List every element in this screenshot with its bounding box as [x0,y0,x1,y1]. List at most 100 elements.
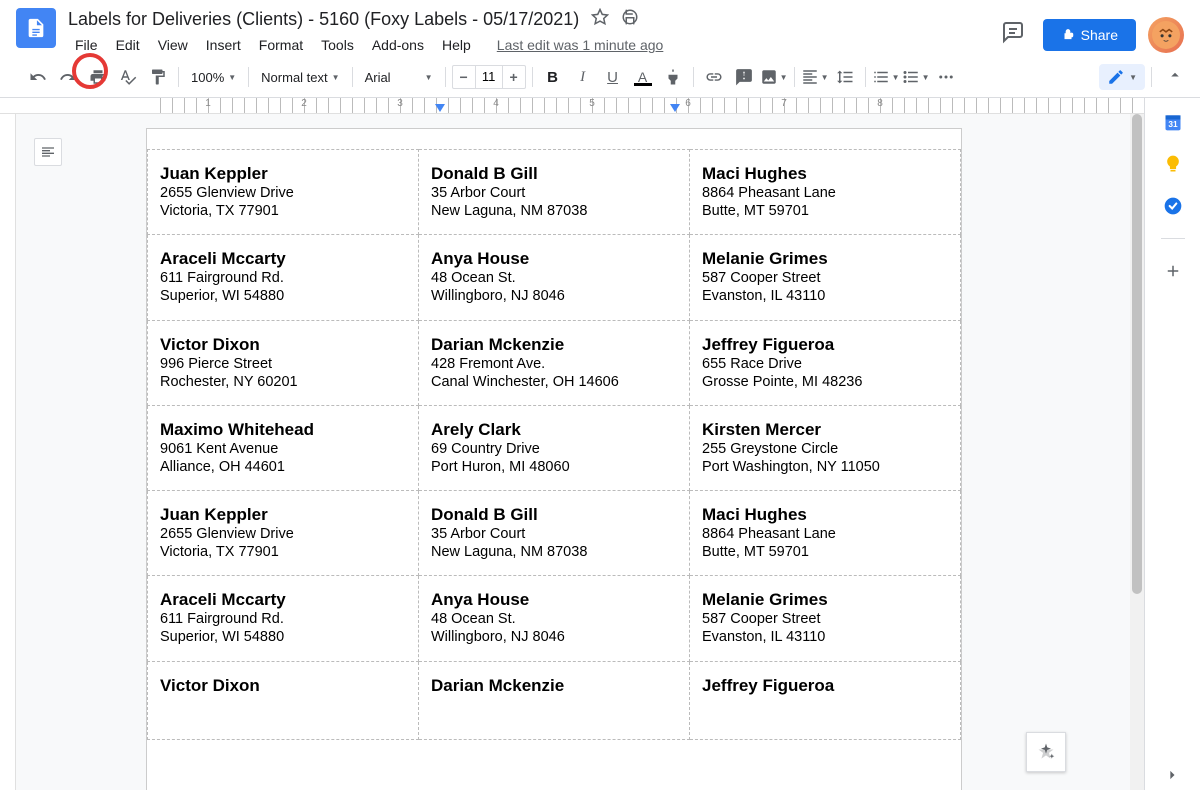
document-page[interactable]: Juan Keppler2655 Glenview DriveVictoria,… [146,128,962,790]
label-cell[interactable]: Maci Hughes8864 Pheasant LaneButte, MT 5… [690,491,961,576]
label-cell[interactable]: Maci Hughes8864 Pheasant LaneButte, MT 5… [690,149,961,235]
label-name: Darian Mckenzie [431,335,677,355]
label-cell[interactable]: Maximo Whitehead9061 Kent AvenueAlliance… [147,406,419,491]
label-cell[interactable]: Juan Keppler2655 Glenview DriveVictoria,… [147,149,419,235]
font-dropdown[interactable]: Arial▼ [359,70,439,85]
label-name: Maci Hughes [702,505,948,525]
label-address-line1: 48 Ocean St. [431,269,677,287]
menu-tools[interactable]: Tools [314,33,361,57]
menu-view[interactable]: View [151,33,195,57]
style-dropdown[interactable]: Normal text▼ [255,70,345,85]
label-cell[interactable]: Araceli Mccarty611 Fairground Rd.Superio… [147,235,419,320]
label-address-line2: Alliance, OH 44601 [160,458,406,476]
ruler-indent-marker[interactable] [435,104,445,112]
menu-file[interactable]: File [68,33,105,57]
print-button[interactable] [84,63,112,91]
separator [693,67,694,87]
label-address-line2: Evanston, IL 43110 [702,628,948,646]
paint-format-button[interactable] [144,63,172,91]
label-cell[interactable]: Kirsten Mercer255 Greystone CirclePort W… [690,406,961,491]
user-avatar[interactable] [1148,17,1184,53]
label-cell[interactable]: Darian Mckenzie [419,662,690,740]
editing-mode-button[interactable]: ▼ [1099,64,1145,90]
menu-insert[interactable]: Insert [199,33,248,57]
document-title[interactable]: Labels for Deliveries (Clients) - 5160 (… [68,9,579,30]
label-cell[interactable]: Victor Dixon996 Pierce StreetRochester, … [147,321,419,406]
vertical-scrollbar[interactable] [1130,114,1144,790]
separator [1151,67,1152,87]
label-address-line1: 611 Fairground Rd. [160,610,406,628]
spellcheck-button[interactable] [114,63,142,91]
label-address-line2: New Laguna, NM 87038 [431,543,677,561]
label-address-line2: Grosse Pointe, MI 48236 [702,373,948,391]
label-row: Victor Dixon996 Pierce StreetRochester, … [147,321,961,406]
label-cell[interactable]: Donald B Gill35 Arbor CourtNew Laguna, N… [419,149,690,235]
move-icon[interactable] [621,8,639,31]
label-cell[interactable]: Donald B Gill35 Arbor CourtNew Laguna, N… [419,491,690,576]
label-cell[interactable]: Arely Clark69 Country DrivePort Huron, M… [419,406,690,491]
label-address-line2: Rochester, NY 60201 [160,373,406,391]
label-cell[interactable]: Victor Dixon [147,662,419,740]
separator [178,67,179,87]
ruler-right-marker[interactable] [670,104,680,112]
vertical-ruler[interactable] [0,114,16,790]
hide-menus-button[interactable] [1166,66,1184,89]
zoom-dropdown[interactable]: 100%▼ [185,70,242,85]
label-cell[interactable]: Darian Mckenzie428 Fremont Ave.Canal Win… [419,321,690,406]
redo-button[interactable] [54,63,82,91]
italic-button[interactable]: I [569,63,597,91]
font-size-decrease[interactable]: − [453,66,475,88]
align-button[interactable]: ▼ [801,63,829,91]
more-button[interactable] [932,63,960,91]
share-button[interactable]: Share [1043,19,1136,51]
comments-icon[interactable] [995,14,1031,55]
label-name: Maci Hughes [702,164,948,184]
undo-button[interactable] [24,63,52,91]
horizontal-ruler[interactable]: 1 2 3 4 5 6 7 8 [0,98,1144,114]
keep-icon[interactable] [1163,154,1183,174]
underline-button[interactable]: U [599,63,627,91]
separator [352,67,353,87]
label-address-line2: Port Huron, MI 48060 [431,458,677,476]
bullet-list-button[interactable]: ▼ [902,63,930,91]
label-cell[interactable]: Jeffrey Figueroa [690,662,961,740]
menu-help[interactable]: Help [435,33,478,57]
label-address-line2: Willingboro, NJ 8046 [431,628,677,646]
side-separator [1161,238,1185,239]
scrollbar-thumb[interactable] [1132,114,1142,594]
image-button[interactable]: ▼ [760,63,788,91]
docs-logo[interactable] [16,8,56,48]
calendar-icon[interactable]: 31 [1163,112,1183,132]
add-addon-icon[interactable] [1163,261,1183,281]
label-address-line1: 255 Greystone Circle [702,440,948,458]
label-cell[interactable]: Anya House48 Ocean St.Willingboro, NJ 80… [419,235,690,320]
font-size-value[interactable]: 11 [475,66,503,88]
label-address-line2: Butte, MT 59701 [702,543,948,561]
menu-addons[interactable]: Add-ons [365,33,431,57]
label-cell[interactable]: Araceli Mccarty611 Fairground Rd.Superio… [147,576,419,661]
text-color-button[interactable]: A [629,69,657,86]
label-cell[interactable]: Melanie Grimes587 Cooper StreetEvanston,… [690,576,961,661]
last-edit-link[interactable]: Last edit was 1 minute ago [490,33,671,57]
label-cell[interactable]: Melanie Grimes587 Cooper StreetEvanston,… [690,235,961,320]
comment-button[interactable] [730,63,758,91]
checklist-button[interactable]: ▼ [872,63,900,91]
bold-button[interactable]: B [539,63,567,91]
outline-toggle-button[interactable] [34,138,62,166]
line-spacing-button[interactable] [831,63,859,91]
menu-format[interactable]: Format [252,33,310,57]
explore-button[interactable] [1026,732,1066,772]
label-cell[interactable]: Anya House48 Ocean St.Willingboro, NJ 80… [419,576,690,661]
label-cell[interactable]: Jeffrey Figueroa655 Race DriveGrosse Poi… [690,321,961,406]
header-right: Share [995,8,1184,55]
highlight-button[interactable] [659,63,687,91]
menu-edit[interactable]: Edit [109,33,147,57]
share-label: Share [1081,27,1118,43]
label-address-line1: 655 Race Drive [702,355,948,373]
tasks-icon[interactable] [1163,196,1183,216]
font-size-increase[interactable]: + [503,66,525,88]
label-cell[interactable]: Juan Keppler2655 Glenview DriveVictoria,… [147,491,419,576]
link-button[interactable] [700,63,728,91]
star-icon[interactable] [591,8,609,31]
side-panel-toggle[interactable] [1162,765,1182,790]
